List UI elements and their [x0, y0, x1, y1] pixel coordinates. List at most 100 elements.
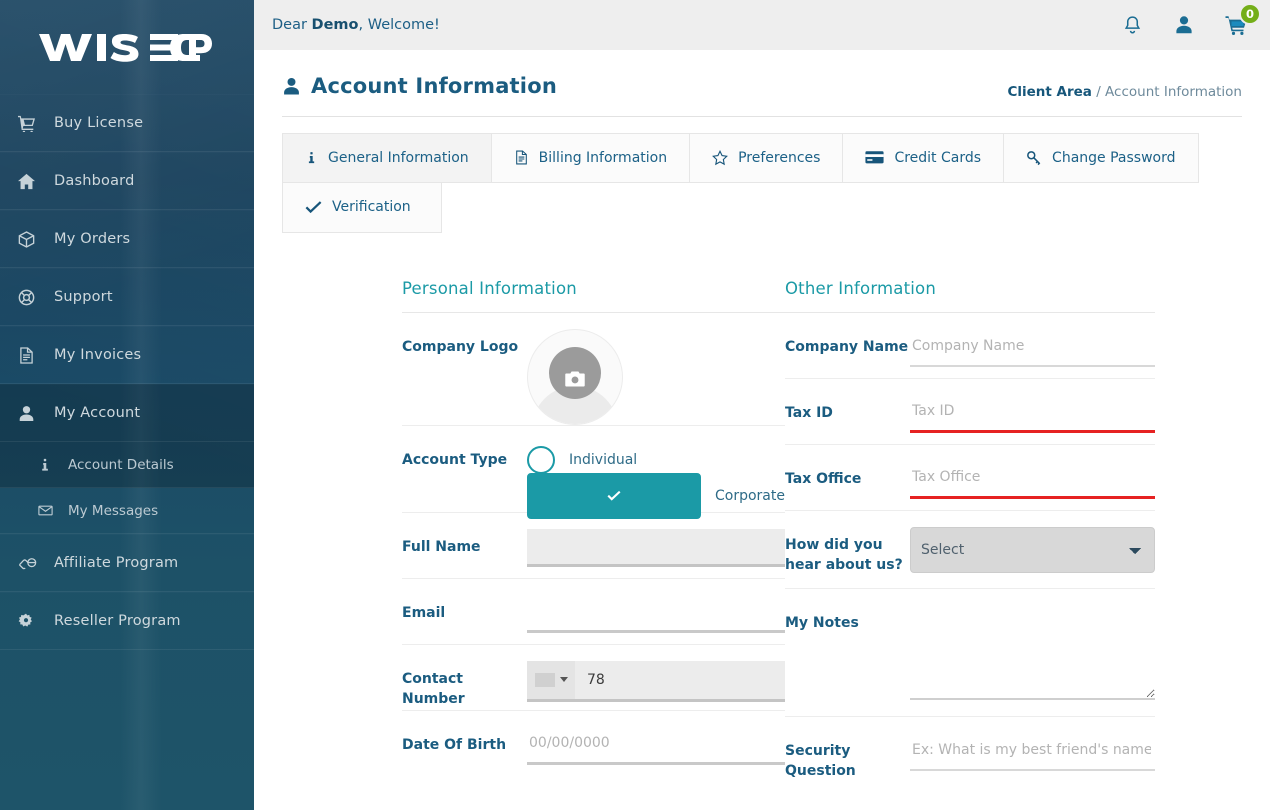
tab-bar-row-2: Verification [254, 182, 1270, 233]
breadcrumb-current: / Account Information [1096, 83, 1242, 100]
chevron-down-icon [559, 677, 568, 682]
country-flag-selector[interactable] [527, 660, 575, 699]
company-name-label: Company Name [785, 338, 909, 355]
field-row-contact-number: Contact Number [402, 645, 785, 711]
sidebar-item-label: Reseller Program [54, 613, 181, 629]
notifications-bell-icon[interactable] [1122, 15, 1143, 36]
account-type-label: Account Type [402, 451, 508, 468]
other-information-title: Other Information [785, 278, 937, 298]
company-name-control [910, 328, 1155, 367]
sidebar-item-support[interactable]: Support [0, 268, 254, 326]
sidebar-item-my-invoices[interactable]: My Invoices [0, 326, 254, 384]
sidebar-item-my-account[interactable]: My Account [0, 384, 254, 442]
sidebar-item-reseller-program[interactable]: Reseller Program [0, 592, 254, 650]
tab-billing-information[interactable]: Billing Information [491, 132, 691, 183]
welcome-username: Demo [311, 17, 359, 33]
hear-about-us-select[interactable]: Select [910, 526, 1155, 573]
brand-logo[interactable] [0, 0, 254, 94]
welcome-suffix: , Welcome! [358, 17, 440, 33]
account-form: Personal Information Company Logo Accoun… [254, 233, 1270, 783]
radio-individual[interactable]: Individual [527, 444, 785, 476]
page-title-text: Account Information [311, 74, 557, 98]
date-of-birth-control [527, 726, 785, 765]
box-icon [18, 230, 48, 248]
tab-label: General Information [328, 149, 469, 166]
my-notes-label: My Notes [785, 614, 859, 631]
app-root: Buy License Dashboard My Orders Support [0, 0, 1270, 810]
email-label: Email [402, 604, 446, 621]
sidebar-item-dashboard[interactable]: Dashboard [0, 152, 254, 210]
sidebar-item-label: My Account [54, 405, 141, 421]
field-row-hear-about-us: How did you hear about us? Select [785, 511, 1155, 589]
welcome-message: Dear Demo, Welcome! [272, 17, 440, 33]
my-notes-control [910, 604, 1155, 704]
tax-office-input[interactable] [910, 460, 1155, 499]
company-logo-control [527, 328, 785, 425]
security-question-label: Security Question [785, 742, 856, 779]
lifebuoy-icon [18, 289, 48, 306]
personal-information-title: Personal Information [402, 278, 577, 298]
topbar-icons: 0 [1122, 3, 1261, 36]
avatar-upload[interactable] [527, 328, 623, 425]
sidebar-item-label: Dashboard [54, 173, 135, 189]
tab-bar: General Information Billing Information … [254, 117, 1270, 183]
sidebar-item-affiliate-program[interactable]: Affiliate Program [0, 534, 254, 592]
topbar: Dear Demo, Welcome! 0 [254, 0, 1270, 50]
contact-number-control [527, 660, 785, 702]
date-of-birth-input[interactable] [527, 726, 785, 765]
breadcrumb-root[interactable]: Client Area [1007, 84, 1091, 100]
sidebar-item-account-details[interactable]: Account Details [0, 442, 254, 488]
credit-card-icon [865, 150, 885, 165]
shopping-cart-icon[interactable]: 0 [1225, 3, 1261, 36]
field-row-company-logo: Company Logo [402, 313, 785, 426]
wisecp-logo-icon [39, 34, 212, 62]
field-row-tax-office: Tax Office [785, 445, 1155, 511]
handshake-icon [18, 555, 48, 572]
sidebar-item-label: Account Details [68, 456, 174, 473]
radio-corporate[interactable]: Corporate [527, 472, 785, 519]
email-input[interactable] [527, 594, 785, 633]
security-question-control [910, 732, 1155, 771]
tax-id-control [910, 394, 1155, 433]
tax-id-input[interactable] [910, 394, 1155, 433]
tab-verification[interactable]: Verification [282, 182, 442, 233]
page-title: Account Information [282, 74, 557, 98]
radio-label: Corporate [715, 487, 785, 504]
file-icon [514, 150, 529, 165]
sidebar-item-my-messages[interactable]: My Messages [0, 488, 254, 534]
tab-preferences[interactable]: Preferences [690, 132, 844, 183]
email-control [527, 594, 785, 633]
tab-credit-cards[interactable]: Credit Cards [843, 132, 1005, 183]
main-content: Dear Demo, Welcome! 0 Account Informatio… [254, 0, 1270, 810]
file-icon [18, 346, 48, 364]
full-name-input[interactable] [527, 528, 785, 567]
sidebar-item-label: Support [54, 289, 113, 305]
camera-icon [565, 370, 586, 388]
sidebar-item-my-orders[interactable]: My Orders [0, 210, 254, 268]
my-notes-textarea[interactable] [910, 604, 1155, 700]
user-account-icon[interactable] [1174, 15, 1194, 35]
radio-label: Individual [569, 451, 638, 468]
tax-office-control [910, 460, 1155, 499]
company-logo-label: Company Logo [402, 338, 519, 355]
gear-icon [18, 613, 48, 629]
tab-change-password[interactable]: Change Password [1004, 132, 1199, 183]
sidebar-item-buy-license[interactable]: Buy License [0, 94, 254, 152]
tab-label: Credit Cards [894, 149, 982, 166]
user-icon [18, 405, 48, 422]
envelope-icon [38, 503, 64, 518]
full-name-control [527, 528, 785, 567]
account-type-control: Individual Corporate [527, 442, 785, 519]
tab-general-information[interactable]: General Information [282, 132, 492, 183]
company-name-input[interactable] [910, 328, 1155, 367]
star-icon [712, 149, 729, 166]
sidebar-item-label: My Messages [68, 502, 159, 519]
welcome-prefix: Dear [272, 17, 312, 33]
home-icon [18, 173, 48, 190]
contact-number-input[interactable] [575, 660, 785, 699]
cart-count-badge: 0 [1239, 3, 1261, 25]
info-icon [305, 151, 318, 165]
date-of-birth-label: Date Of Birth [402, 736, 507, 753]
security-question-input[interactable] [910, 732, 1155, 771]
tax-id-label: Tax ID [785, 404, 833, 421]
